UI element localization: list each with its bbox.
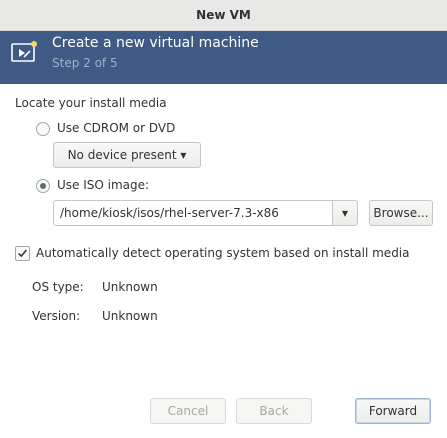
wizard-heading: Create a new virtual machine (52, 35, 259, 51)
iso-radio-label[interactable]: Use ISO image: (57, 178, 149, 192)
cdrom-radio-label[interactable]: Use CDROM or DVD (57, 121, 175, 135)
virtual-machine-icon (11, 41, 37, 62)
cancel-button[interactable]: Cancel (150, 398, 226, 424)
auto-detect-label[interactable]: Automatically detect operating system ba… (36, 246, 410, 260)
iso-radio[interactable] (36, 179, 50, 193)
iso-history-dropdown[interactable]: ▾ (332, 200, 358, 226)
window-title: New VM (196, 8, 251, 22)
install-media-heading: Locate your install media (15, 96, 167, 110)
os-type-label: OS type: (32, 280, 84, 294)
wizard-step-indicator: Step 2 of 5 (52, 56, 118, 70)
version-value: Unknown (102, 309, 158, 323)
wizard-content: Locate your install media Use CDROM or D… (0, 84, 447, 438)
forward-button[interactable]: Forward (355, 398, 431, 424)
cdrom-device-dropdown[interactable]: No device present ▾ (53, 142, 201, 168)
browse-button[interactable]: Browse... (369, 200, 433, 226)
cdrom-radio[interactable] (36, 122, 50, 136)
back-button[interactable]: Back (236, 398, 312, 424)
window-titlebar[interactable]: New VM (0, 0, 447, 31)
version-label: Version: (32, 309, 81, 323)
os-type-value: Unknown (102, 280, 158, 294)
iso-path-input[interactable]: /home/kiosk/isos/rhel-server-7.3-x86 (53, 200, 333, 226)
wizard-banner: Create a new virtual machine Step 2 of 5 (0, 31, 447, 84)
auto-detect-checkbox[interactable] (15, 246, 30, 261)
